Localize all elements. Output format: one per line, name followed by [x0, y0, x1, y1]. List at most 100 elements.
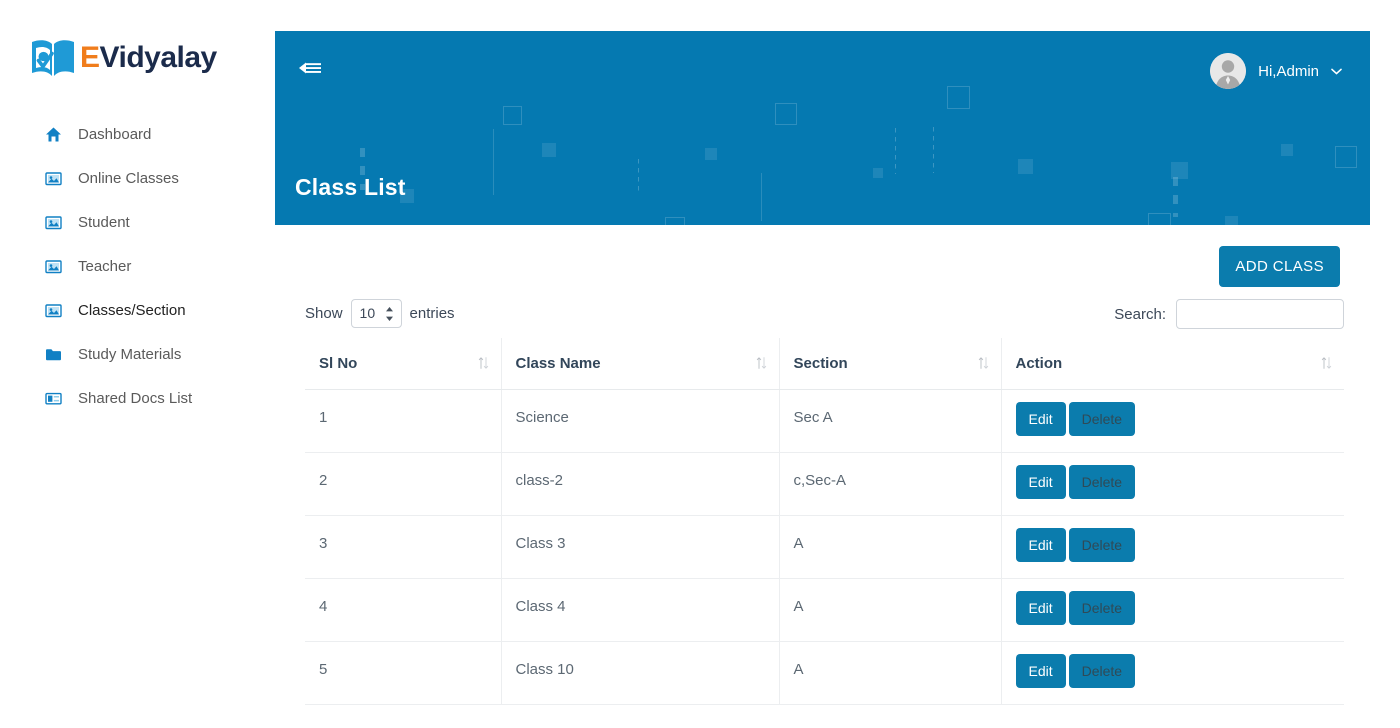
- sidebar-item-study-materials[interactable]: Study Materials: [0, 332, 275, 376]
- brand-name-rest: Vidyalay: [99, 41, 218, 74]
- column-header-sl-no[interactable]: Sl No: [305, 338, 502, 390]
- user-avatar-icon: [1210, 53, 1247, 89]
- sidebar-item-student[interactable]: Student: [0, 200, 275, 244]
- delete-button[interactable]: Delete: [1068, 464, 1136, 499]
- cell-sl-no: 3: [305, 515, 502, 579]
- card-list-icon: [45, 392, 62, 404]
- add-class-button[interactable]: ADD CLASS: [1219, 246, 1340, 287]
- sidebar: EVidyalay Dashboard Online Classes Stude…: [0, 0, 275, 728]
- datatable-controls: Show 10 entries Search:: [305, 299, 1344, 329]
- cell-class-name: Class 3: [501, 515, 780, 579]
- folder-icon: [46, 348, 61, 360]
- column-header-class-name[interactable]: Class Name: [501, 338, 780, 390]
- cell-action: Edit Delete: [1001, 641, 1344, 705]
- cell-section: Sec A: [779, 389, 1002, 453]
- search-control: Search:: [1114, 299, 1344, 329]
- delete-button[interactable]: Delete: [1068, 401, 1136, 436]
- sidebar-item-label: Study Materials: [78, 345, 182, 363]
- column-header-section[interactable]: Section: [779, 338, 1002, 390]
- delete-button[interactable]: Delete: [1068, 653, 1136, 688]
- cell-section: c,Sec-A: [779, 452, 1002, 516]
- decor-dashed-line: [933, 127, 934, 173]
- picture-icon: [45, 259, 62, 273]
- table-body: 1 Science Sec A Edit Delete 2 class-2 c,S…: [305, 389, 1344, 705]
- decor-dashed-line: [638, 159, 639, 191]
- column-label: Action: [1015, 354, 1063, 372]
- column-label: Class Name: [515, 354, 601, 372]
- picture-icon: [45, 215, 62, 229]
- decor-line: [493, 129, 494, 195]
- sort-updown-icon: [1321, 357, 1332, 369]
- table-row: 2 class-2 c,Sec-A Edit Delete: [305, 452, 1344, 516]
- avatar: [1210, 53, 1247, 89]
- entries-label: entries: [409, 305, 455, 322]
- class-list-card: ADD CLASS Show 10 entries Search: Sl No …: [275, 225, 1370, 728]
- collapse-sidebar-button[interactable]: [297, 57, 323, 79]
- delete-button[interactable]: Delete: [1068, 590, 1136, 625]
- table-row: 3 Class 3 A Edit Delete: [305, 515, 1344, 579]
- sidebar-item-classes-section[interactable]: Classes/Section: [0, 288, 275, 332]
- sidebar-item-dashboard[interactable]: Dashboard: [0, 112, 275, 156]
- page-header-banner: Hi,Admin Class List: [275, 31, 1370, 225]
- edit-button[interactable]: Edit: [1015, 653, 1066, 688]
- brand-logo[interactable]: EVidyalay: [30, 36, 217, 80]
- page-length-control: Show 10 entries: [305, 299, 455, 328]
- cell-sl-no: 1: [305, 389, 502, 453]
- cell-section: A: [779, 578, 1002, 642]
- show-label: Show: [305, 305, 343, 322]
- column-label: Section: [793, 354, 848, 372]
- sidebar-item-shared-docs-list[interactable]: Shared Docs List: [0, 376, 275, 420]
- cell-sl-no: 2: [305, 452, 502, 516]
- table-header-row: Sl No Class Name Section Action: [305, 338, 1344, 390]
- cell-sl-no: 5: [305, 641, 502, 705]
- edit-button[interactable]: Edit: [1015, 464, 1066, 499]
- edit-button[interactable]: Edit: [1015, 527, 1066, 562]
- decor-square: [665, 217, 685, 225]
- brand-name-e: E: [80, 41, 100, 74]
- column-header-action[interactable]: Action: [1001, 338, 1344, 390]
- cell-class-name: Science: [501, 389, 780, 453]
- sidebar-item-label: Classes/Section: [78, 301, 186, 319]
- sidebar-nav: Dashboard Online Classes Student Teacher…: [0, 112, 275, 420]
- sort-updown-icon: [978, 357, 988, 369]
- cell-action: Edit Delete: [1001, 578, 1344, 642]
- decor-square: [947, 86, 970, 109]
- chevron-down-icon: [1331, 68, 1342, 74]
- cell-class-name: Class 10: [501, 641, 780, 705]
- table-head: Sl No Class Name Section Action: [305, 338, 1344, 390]
- delete-button[interactable]: Delete: [1068, 527, 1136, 562]
- cell-section: A: [779, 641, 1002, 705]
- cell-section: A: [779, 515, 1002, 579]
- sort-updown-icon: [756, 357, 766, 369]
- search-input[interactable]: [1176, 299, 1344, 329]
- cell-class-name: class-2: [501, 452, 780, 516]
- decor-square: [1281, 144, 1293, 156]
- sidebar-item-online-classes[interactable]: Online Classes: [0, 156, 275, 200]
- picture-icon: [45, 171, 62, 185]
- main-content: Hi,Admin Class List ADD CLASS Show 10 en…: [275, 0, 1400, 728]
- decor-square: [1148, 213, 1171, 225]
- decor-square: [1018, 159, 1033, 174]
- decor-square: [1335, 146, 1357, 168]
- sidebar-item-teacher[interactable]: Teacher: [0, 244, 275, 288]
- decor-dashed-line: [895, 128, 896, 174]
- page-title: Class List: [295, 174, 406, 201]
- page-length-select[interactable]: 10: [350, 299, 402, 328]
- decor-square: [705, 148, 717, 160]
- table-row: 4 Class 4 A Edit Delete: [305, 578, 1344, 642]
- page-length-value: 10: [359, 305, 376, 321]
- search-label: Search:: [1114, 305, 1166, 323]
- app-root: EVidyalay Dashboard Online Classes Stude…: [0, 0, 1400, 728]
- decor-square: [873, 168, 883, 178]
- add-class-row: ADD CLASS: [1219, 246, 1340, 287]
- decor-square: [503, 106, 522, 125]
- edit-button[interactable]: Edit: [1015, 590, 1066, 625]
- sidebar-item-label: Student: [78, 213, 130, 231]
- edit-button[interactable]: Edit: [1015, 401, 1066, 436]
- user-menu[interactable]: Hi,Admin: [1210, 53, 1342, 89]
- decor-dots: [1173, 177, 1178, 217]
- sidebar-item-label: Online Classes: [78, 169, 179, 187]
- decor-square: [542, 143, 556, 157]
- sidebar-item-label: Dashboard: [78, 125, 152, 143]
- picture-icon: [45, 303, 62, 317]
